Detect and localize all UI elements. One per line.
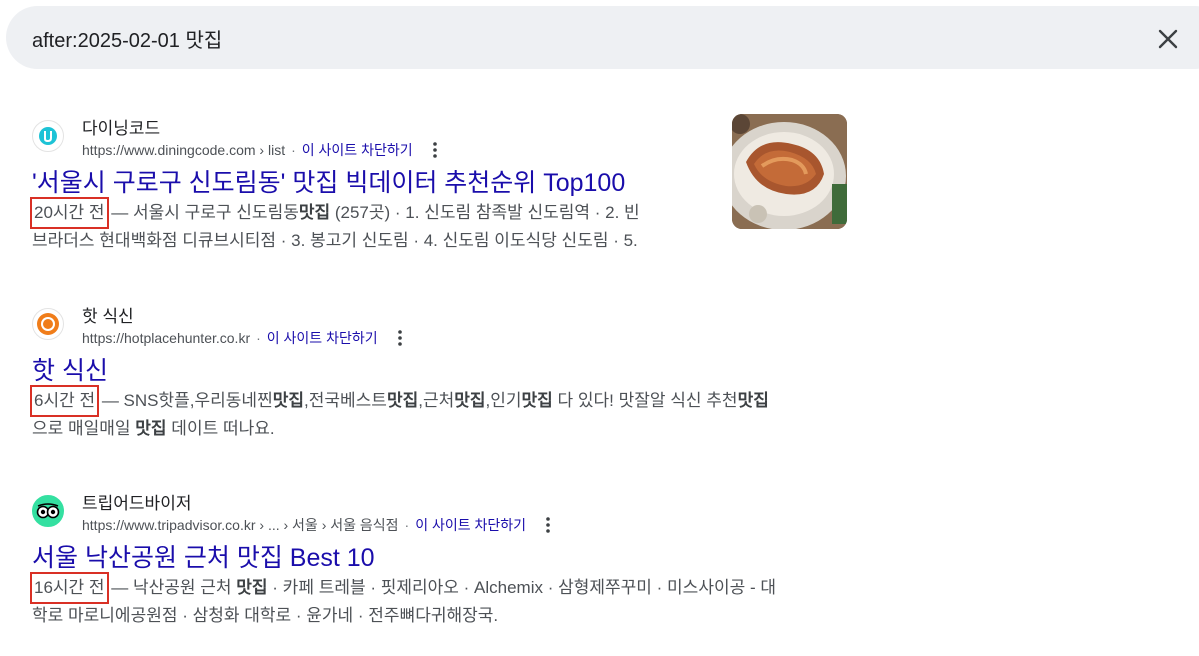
search-result: 핫 식신 https://hotplacehunter.co.kr · 이 사이… — [29, 300, 852, 443]
snippet-keyword: 맛집 — [298, 203, 331, 222]
more-options-button[interactable] — [540, 515, 556, 535]
site-name[interactable]: 다이닝코드 — [82, 114, 160, 139]
site-url-row: https://www.tripadvisor.co.kr › ... › 서울… — [82, 515, 556, 535]
more-vert-icon — [397, 330, 402, 346]
hotsiksin-logo-icon — [32, 308, 64, 340]
site-url[interactable]: https://www.diningcode.com › list — [82, 142, 285, 158]
tripadvisor-owl-icon — [32, 495, 64, 527]
site-url[interactable]: https://hotplacehunter.co.kr — [82, 330, 250, 346]
snippet-keyword: 맛집 — [135, 419, 167, 438]
site-url-row: https://www.diningcode.com › list · 이 사이… — [82, 140, 443, 160]
snippet-text: 데이트 떠나요. — [166, 419, 275, 438]
food-thumbnail-image — [732, 114, 847, 229]
snippet-text: — 서울시 구로구 신도림동 — [106, 203, 299, 222]
result-source: 다이닝코드 https://www.diningcode.com › list … — [32, 112, 852, 160]
result-time: 6시간 전 — [29, 385, 100, 417]
site-url[interactable]: https://www.tripadvisor.co.kr › ... › 서울… — [82, 515, 399, 535]
snippet-text: 브라더스 현대백화점 디큐브시티점 · 3. 봉고기 신도림 · 4. 신도림 … — [32, 231, 638, 250]
snippet-text: ,근처 — [418, 391, 455, 410]
snippet-keyword: 맛집 — [386, 391, 419, 410]
site-name[interactable]: 트립어드바이저 — [82, 489, 191, 514]
site-name[interactable]: 핫 식신 — [82, 302, 134, 327]
search-bar — [6, 6, 1199, 69]
snippet-keyword: 맛집 — [521, 391, 553, 410]
result-source: 핫 식신 https://hotplacehunter.co.kr · 이 사이… — [32, 300, 852, 348]
search-result: 트립어드바이저 https://www.tripadvisor.co.kr › … — [30, 487, 852, 630]
result-snippet: 6시간 전 — SNS핫플,우리동네찐맛집,전국베스트맛집,근처맛집,인기맛집 … — [29, 385, 852, 443]
snippet-text: — SNS핫플,우리동네찐 — [97, 391, 273, 410]
result-time: 16시간 전 — [30, 572, 109, 604]
result-title-link[interactable]: '서울시 구로구 신도림동' 맛집 빅데이터 추천순위 Top100 — [32, 167, 852, 199]
snippet-text: ,인기 — [485, 391, 522, 410]
search-result: 다이닝코드 https://www.diningcode.com › list … — [30, 112, 852, 255]
snippet-text: 학로 마로니에공원점 · 삼청화 대학로 · 윤가네 · 전주뼈다귀해장국. — [32, 606, 499, 625]
snippet-text: 으로 매일매일 — [32, 419, 136, 438]
snippet-keyword: 맛집 — [272, 391, 304, 410]
result-title-link[interactable]: 핫 식신 — [32, 355, 852, 387]
snippet-text: (257곳) · 1. 신도림 참족발 신도림역 · 2. 빈 — [330, 203, 640, 222]
result-thumbnail[interactable] — [732, 114, 847, 229]
result-snippet: 20시간 전 — 서울시 구로구 신도림동맛집 (257곳) · 1. 신도림 … — [30, 197, 852, 255]
block-site-link[interactable]: 이 사이트 차단하기 — [267, 328, 378, 348]
snippet-keyword: 맛집 — [454, 391, 486, 410]
search-input[interactable] — [32, 24, 1132, 52]
result-time: 20시간 전 — [30, 197, 109, 229]
snippet-keyword: 맛집 — [236, 578, 268, 597]
result-snippet: 16시간 전 — 낙산공원 근처 맛집 · 카페 트레블 · 핏제리아오 · A… — [30, 572, 852, 630]
snippet-keyword: 맛집 — [737, 391, 769, 410]
result-source: 트립어드바이저 https://www.tripadvisor.co.kr › … — [32, 487, 852, 535]
more-options-button[interactable] — [427, 140, 443, 160]
site-url-row: https://hotplacehunter.co.kr · 이 사이트 차단하… — [82, 328, 408, 348]
diningcode-logo-icon — [32, 120, 64, 152]
snippet-text: — 낙산공원 근처 — [106, 578, 237, 597]
snippet-text: · 카페 트레블 · 핏제리아오 · Alchemix · 삼형제쭈꾸미 · 미… — [267, 578, 776, 597]
result-title-link[interactable]: 서울 낙산공원 근처 맛집 Best 10 — [32, 542, 852, 574]
clear-search-button[interactable] — [1150, 21, 1186, 57]
more-vert-icon — [432, 142, 437, 158]
more-options-button[interactable] — [392, 328, 408, 348]
more-vert-icon — [546, 517, 550, 533]
block-site-link[interactable]: 이 사이트 차단하기 — [302, 140, 413, 160]
snippet-text: 다 있다! 맛잘알 식신 추천 — [552, 391, 738, 410]
snippet-text: ,전국베스트 — [304, 391, 387, 410]
close-icon — [1158, 29, 1178, 49]
block-site-link[interactable]: 이 사이트 차단하기 — [415, 515, 526, 535]
